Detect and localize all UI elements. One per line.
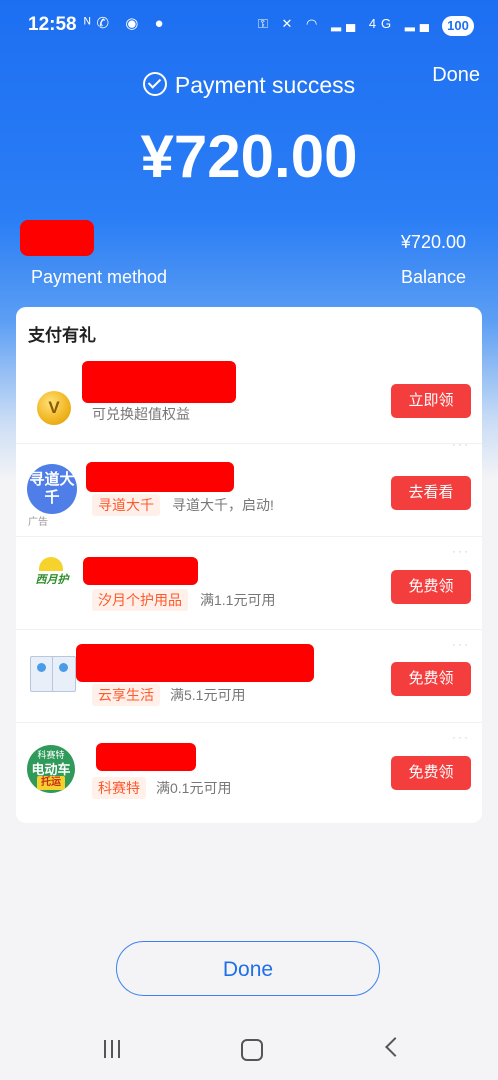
redacted-title bbox=[76, 644, 314, 682]
free-claim-button[interactable]: 免费领 bbox=[391, 570, 471, 604]
redacted-title bbox=[86, 462, 234, 492]
claim-button[interactable]: 立即领 bbox=[391, 384, 471, 418]
reward-item[interactable]: 云享生活 满5.1元可用 免费领 ··· bbox=[16, 630, 482, 744]
item-desc: 寻道大千，启动! bbox=[172, 497, 274, 513]
reward-item[interactable]: 寻道大千 广告 寻道大千 寻道大千，启动! 去看看 ··· bbox=[16, 444, 482, 558]
item-desc: 满1.1元可用 bbox=[200, 592, 276, 608]
yunxiang-logo bbox=[28, 652, 78, 694]
battery-icon: 100 bbox=[442, 16, 474, 36]
reward-item[interactable]: V 可兑换超值权益 立即领 ··· bbox=[16, 351, 482, 451]
recent-apps-icon[interactable] bbox=[104, 1040, 122, 1058]
ad-label: 广告 bbox=[28, 517, 48, 528]
signal-icons: ⚿ ✕ ◠ ▂▄ 4G ▂▄ bbox=[258, 16, 434, 31]
xiyue-logo: 西月护 bbox=[29, 557, 75, 597]
redacted-title bbox=[83, 557, 198, 585]
back-icon[interactable] bbox=[385, 1037, 405, 1057]
redacted-payment-method bbox=[20, 220, 94, 256]
sun-shape bbox=[39, 557, 63, 571]
item-tag: 寻道大千 bbox=[92, 494, 160, 516]
logo-text: 西月护 bbox=[35, 574, 69, 586]
success-text: Payment success bbox=[174, 72, 356, 98]
xundao-daqian-logo: 寻道大千 bbox=[27, 464, 77, 514]
payment-success-title: Payment success bbox=[0, 72, 498, 99]
redacted-title bbox=[82, 361, 236, 403]
item-desc: 可兑换超值权益 bbox=[92, 406, 190, 422]
rewards-card: 支付有礼 V 可兑换超值权益 立即领 ··· 寻道大千 广告 寻道大千 寻道大千… bbox=[16, 307, 482, 823]
item-desc: 满5.1元可用 bbox=[170, 687, 246, 703]
reward-item[interactable]: 西月护 汐月个护用品 满1.1元可用 免费领 ··· bbox=[16, 537, 482, 651]
balance-amount: ¥720.00 bbox=[400, 232, 466, 252]
logo-text: 托运 bbox=[37, 776, 65, 790]
view-button[interactable]: 去看看 bbox=[391, 476, 471, 510]
vip-coin-letter: V bbox=[48, 398, 60, 417]
done-button[interactable]: Done bbox=[116, 941, 380, 996]
system-nav-bar bbox=[0, 1026, 498, 1080]
free-claim-button[interactable]: 免费领 bbox=[391, 662, 471, 696]
status-bar: 12:58 ᴺ✆ ◉ ● ⚿ ✕ ◠ ▂▄ 4G ▂▄ 100 bbox=[0, 0, 498, 52]
home-icon[interactable] bbox=[241, 1039, 263, 1061]
product-box-icon bbox=[30, 656, 54, 692]
item-tag: 云享生活 bbox=[92, 684, 160, 706]
kesaite-logo: 科赛特 电动车 托运 bbox=[27, 745, 75, 793]
reward-item[interactable]: 科赛特 电动车 托运 科赛特 满0.1元可用 免费领 bbox=[16, 723, 482, 823]
status-time: 12:58 bbox=[28, 14, 77, 35]
payment-method-label: Payment method bbox=[31, 267, 168, 287]
balance-label: Balance bbox=[400, 267, 466, 287]
product-box-icon bbox=[52, 656, 76, 692]
logo-text: 寻道大千 bbox=[29, 471, 75, 506]
vip-coin-icon: V bbox=[37, 391, 71, 425]
item-tag: 科赛特 bbox=[92, 777, 146, 799]
free-claim-button[interactable]: 免费领 bbox=[391, 756, 471, 790]
item-tag: 汐月个护用品 bbox=[92, 589, 188, 611]
check-circle-icon bbox=[142, 72, 167, 96]
item-desc: 满0.1元可用 bbox=[156, 780, 232, 796]
redacted-title bbox=[96, 743, 196, 771]
payment-amount: ¥720.00 bbox=[140, 123, 358, 190]
notification-icons: ᴺ✆ ◉ ● bbox=[84, 15, 170, 32]
card-title: 支付有礼 bbox=[28, 326, 96, 345]
